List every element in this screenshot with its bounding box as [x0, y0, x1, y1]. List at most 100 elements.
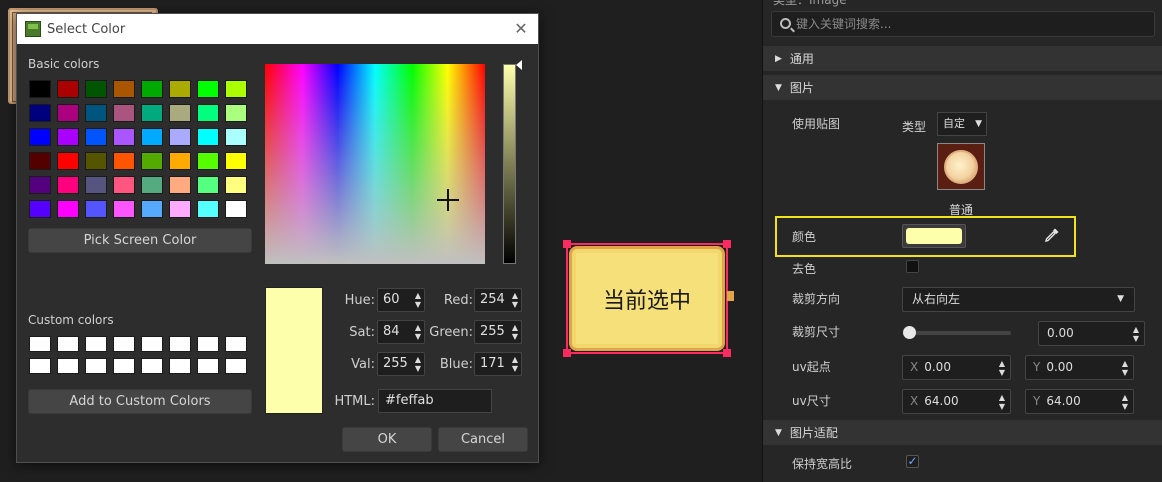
custom-color-swatch[interactable]	[197, 336, 219, 352]
basic-color-swatch[interactable]	[141, 80, 163, 98]
basic-color-swatch[interactable]	[141, 176, 163, 194]
clip-size-slider[interactable]	[908, 331, 1011, 335]
custom-color-swatch[interactable]	[169, 336, 191, 352]
basic-color-swatch[interactable]	[113, 152, 135, 170]
basic-color-swatch[interactable]	[29, 104, 51, 122]
basic-color-swatch[interactable]	[113, 200, 135, 218]
basic-color-swatch[interactable]	[225, 128, 247, 146]
basic-color-swatch[interactable]	[225, 152, 247, 170]
hue-spinbox[interactable]: 60 ▲ ▼	[377, 288, 425, 312]
spin-arrows-icon[interactable]: ▲ ▼	[415, 323, 421, 341]
custom-color-swatch[interactable]	[29, 358, 51, 374]
custom-color-swatch[interactable]	[85, 336, 107, 352]
dialog-titlebar[interactable]: Select Color ✕	[17, 14, 538, 44]
basic-color-swatch[interactable]	[197, 152, 219, 170]
basic-color-swatch[interactable]	[197, 80, 219, 98]
spin-arrows-icon[interactable]: ▲ ▼	[999, 393, 1005, 411]
resize-handle-top-left[interactable]	[563, 240, 571, 248]
basic-color-swatch[interactable]	[85, 152, 107, 170]
basic-color-swatch[interactable]	[113, 104, 135, 122]
section-image[interactable]: ▼ 图片	[763, 75, 1162, 100]
custom-color-swatch[interactable]	[225, 336, 247, 352]
custom-color-swatch[interactable]	[197, 358, 219, 374]
resize-handle-bottom-right[interactable]	[723, 349, 731, 357]
basic-color-swatch[interactable]	[57, 176, 79, 194]
uv-size-x-input[interactable]: X 64.00 ▲ ▼	[902, 389, 1011, 414]
basic-color-swatch[interactable]	[225, 176, 247, 194]
close-icon[interactable]: ✕	[512, 20, 530, 38]
custom-color-swatch[interactable]	[85, 358, 107, 374]
basic-color-swatch[interactable]	[169, 200, 191, 218]
luminance-arrow-icon[interactable]	[516, 60, 522, 70]
basic-color-swatch[interactable]	[85, 200, 107, 218]
basic-color-swatch[interactable]	[85, 104, 107, 122]
resize-handle-top-right[interactable]	[723, 240, 731, 248]
basic-color-swatch[interactable]	[85, 80, 107, 98]
basic-color-swatch[interactable]	[197, 128, 219, 146]
eyedropper-icon[interactable]	[1044, 227, 1060, 243]
val-spinbox[interactable]: 255 ▲ ▼	[377, 352, 425, 376]
clip-size-slider-handle[interactable]	[903, 326, 916, 339]
uv-origin-x-input[interactable]: X 0.00 ▲ ▼	[902, 355, 1011, 380]
spectrum-crosshair[interactable]	[437, 189, 459, 211]
spin-arrows-icon[interactable]: ▲ ▼	[512, 291, 518, 309]
basic-color-swatch[interactable]	[29, 128, 51, 146]
resize-handle-bottom-left[interactable]	[563, 349, 571, 357]
spin-arrows-icon[interactable]: ▲ ▼	[1133, 325, 1139, 343]
basic-color-swatch[interactable]	[225, 80, 247, 98]
selected-button-preview[interactable]: 当前选中	[563, 240, 734, 357]
clip-size-input[interactable]: 0.00 ▲ ▼	[1038, 321, 1145, 346]
basic-color-swatch[interactable]	[169, 176, 191, 194]
add-to-custom-colors-button[interactable]: Add to Custom Colors	[28, 389, 252, 414]
clip-direction-select[interactable]: 从右向左 ▼	[902, 287, 1135, 312]
basic-color-swatch[interactable]	[57, 128, 79, 146]
spin-arrows-icon[interactable]: ▲ ▼	[999, 359, 1005, 377]
spin-arrows-icon[interactable]: ▲ ▼	[1122, 393, 1128, 411]
basic-color-swatch[interactable]	[225, 104, 247, 122]
custom-color-swatch[interactable]	[225, 358, 247, 374]
custom-color-swatch[interactable]	[113, 336, 135, 352]
uv-origin-y-input[interactable]: Y 0.00 ▲ ▼	[1025, 355, 1134, 380]
hue-saturation-spectrum[interactable]	[265, 64, 485, 264]
search-box[interactable]	[771, 11, 1155, 37]
spin-arrows-icon[interactable]: ▲ ▼	[415, 291, 421, 309]
basic-color-swatch[interactable]	[141, 152, 163, 170]
basic-color-swatch[interactable]	[197, 104, 219, 122]
html-color-input[interactable]: #feffab	[378, 389, 492, 413]
custom-color-swatch[interactable]	[29, 336, 51, 352]
ok-button[interactable]: OK	[342, 427, 432, 452]
basic-color-swatch[interactable]	[57, 200, 79, 218]
basic-color-swatch[interactable]	[169, 80, 191, 98]
custom-color-swatch[interactable]	[57, 336, 79, 352]
decolor-checkbox[interactable]	[906, 260, 919, 273]
basic-color-swatch[interactable]	[169, 152, 191, 170]
basic-color-swatch[interactable]	[141, 104, 163, 122]
spin-arrows-icon[interactable]: ▲ ▼	[1122, 359, 1128, 377]
basic-color-swatch[interactable]	[57, 80, 79, 98]
custom-color-swatch[interactable]	[57, 358, 79, 374]
pick-screen-color-button[interactable]: Pick Screen Color	[28, 228, 252, 253]
basic-color-swatch[interactable]	[197, 176, 219, 194]
spin-arrows-icon[interactable]: ▲ ▼	[512, 355, 518, 373]
basic-color-swatch[interactable]	[85, 128, 107, 146]
basic-color-swatch[interactable]	[29, 176, 51, 194]
section-general[interactable]: ▶ 通用	[763, 46, 1162, 71]
basic-color-swatch[interactable]	[113, 80, 135, 98]
cancel-button[interactable]: Cancel	[438, 427, 528, 452]
keep-aspect-ratio-checkbox[interactable]: ✓	[906, 455, 919, 468]
basic-color-swatch[interactable]	[85, 176, 107, 194]
custom-color-swatch[interactable]	[141, 336, 163, 352]
uv-size-y-input[interactable]: Y 64.00 ▲ ▼	[1025, 389, 1134, 414]
basic-color-swatch[interactable]	[169, 104, 191, 122]
spin-arrows-icon[interactable]: ▲ ▼	[512, 323, 518, 341]
green-spinbox[interactable]: 255 ▲ ▼	[474, 320, 522, 344]
texture-thumbnail[interactable]	[937, 143, 985, 190]
preview-button[interactable]: 当前选中	[569, 246, 725, 351]
basic-color-swatch[interactable]	[29, 152, 51, 170]
custom-color-swatch[interactable]	[141, 358, 163, 374]
basic-color-swatch[interactable]	[29, 80, 51, 98]
basic-color-swatch[interactable]	[113, 176, 135, 194]
sat-spinbox[interactable]: 84 ▲ ▼	[377, 320, 425, 344]
spin-arrows-icon[interactable]: ▲ ▼	[415, 355, 421, 373]
basic-color-swatch[interactable]	[169, 128, 191, 146]
